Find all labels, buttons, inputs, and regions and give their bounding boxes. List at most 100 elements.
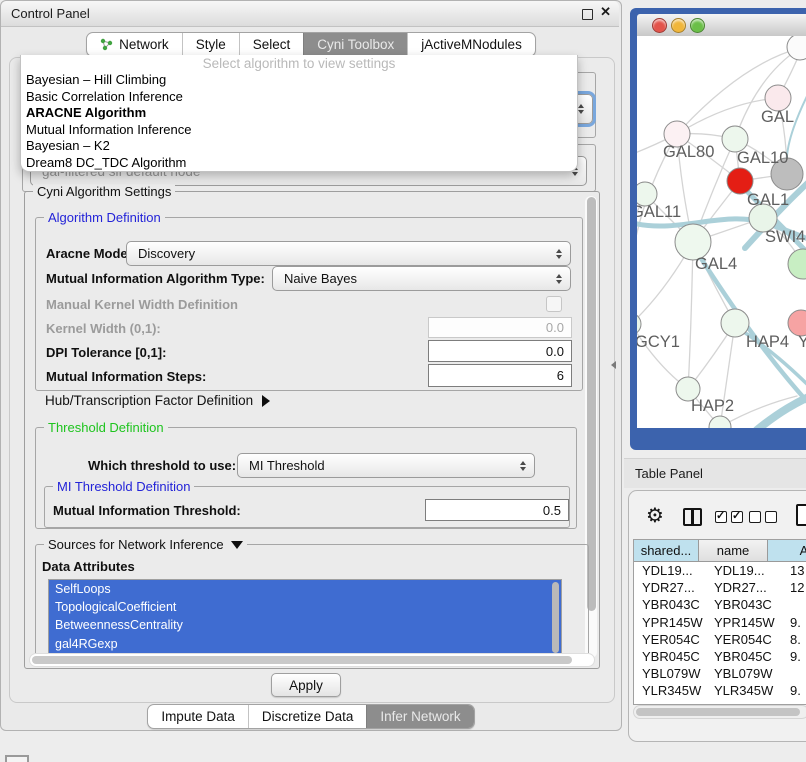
mi-threshold-groupbox: MI Threshold Definition Mutual Informati… (44, 486, 570, 528)
table-row[interactable]: YDR27...YDR27...12 (634, 579, 806, 596)
network-graph[interactable]: GALGAL80GAL10GAL1GAL11SWI4GAL4GCY1HAP4YH… (637, 36, 806, 428)
table-cell[interactable]: 9. (782, 682, 806, 699)
table-cell[interactable]: YPR145W (634, 614, 706, 631)
table-cell[interactable]: YDR27... (706, 579, 782, 596)
table-cell[interactable]: YBR043C (634, 596, 706, 613)
network-edge[interactable] (688, 242, 693, 389)
hub-definition-expander[interactable]: Hub/Transcription Factor Definition (45, 393, 270, 408)
which-threshold-combobox[interactable]: MI Threshold (237, 453, 535, 478)
table-cell[interactable]: 9. (782, 614, 806, 631)
table-row[interactable]: YDL19...YDL19...13 (634, 562, 806, 579)
network-edge[interactable] (757, 394, 806, 428)
table-cell[interactable]: YDR27... (634, 579, 706, 596)
tab-cyni-toolbox[interactable]: Cyni Toolbox (303, 33, 407, 56)
algorithm-option[interactable]: ARACNE Algorithm (21, 105, 577, 122)
cyni-algorithm-settings-title: Cyni Algorithm Settings (33, 184, 175, 199)
network-node[interactable] (788, 249, 806, 279)
table-cell[interactable]: YBL079W (706, 665, 782, 682)
network-canvas[interactable]: GALGAL80GAL10GAL1GAL11SWI4GAL4GCY1HAP4YH… (637, 36, 806, 428)
which-threshold-value: MI Threshold (249, 458, 325, 473)
float-window-icon[interactable] (582, 9, 593, 20)
data-attribute-item[interactable]: SelfLoops (49, 580, 561, 598)
table-cell[interactable]: YER054C (706, 631, 782, 648)
dpi-tolerance-label: DPI Tolerance [0,1]: (46, 345, 166, 360)
table-row[interactable]: YBR043CYBR043C (634, 596, 806, 613)
table-cell[interactable]: YDL19... (706, 562, 782, 579)
close-traffic-light-icon[interactable] (652, 18, 667, 33)
tab-network[interactable]: Network (87, 33, 182, 56)
aracne-mode-combobox[interactable]: Discovery (126, 241, 571, 266)
table-cell[interactable]: YBR045C (634, 648, 706, 665)
cyni-algorithm-settings-groupbox: Cyni Algorithm Settings Algorithm Defini… (24, 191, 600, 669)
settings-hscrollbar-track[interactable] (29, 653, 595, 667)
table-cell[interactable]: 8. (782, 631, 806, 648)
network-node[interactable] (721, 309, 749, 337)
mi-threshold-field[interactable]: 0.5 (425, 499, 569, 521)
table-cell[interactable] (782, 665, 806, 682)
table-cell[interactable]: YER054C (634, 631, 706, 648)
algorithm-option[interactable]: Dream8 DC_TDC Algorithm (21, 155, 577, 172)
data-attributes-list[interactable]: SelfLoopsTopologicalCoefficientBetweenne… (48, 579, 562, 658)
column-header[interactable]: A (768, 540, 806, 562)
mi-steps-field[interactable]: 6 (428, 364, 572, 387)
tab-style[interactable]: Style (182, 33, 239, 56)
algorithm-option[interactable]: Bayesian – K2 (21, 138, 577, 155)
table-row[interactable]: YLR345WYLR345W9. (634, 682, 806, 699)
new-table-icon[interactable] (796, 504, 806, 526)
combo-arrows-icon (578, 104, 584, 114)
table-cell[interactable] (782, 596, 806, 613)
column-header[interactable]: shared... (634, 540, 699, 562)
tab-impute-data[interactable]: Impute Data (148, 705, 248, 728)
tab-select[interactable]: Select (239, 33, 304, 56)
select-all-checkboxes-icon[interactable] (715, 511, 743, 523)
algorithm-option[interactable]: Mutual Information Inference (21, 122, 577, 139)
network-window-titlebar[interactable] (637, 14, 806, 37)
gear-icon[interactable]: ⚙ (646, 505, 664, 525)
network-tab-icon (100, 38, 113, 51)
data-attribute-item[interactable]: gal4RGexp (49, 635, 561, 653)
minimize-traffic-light-icon[interactable] (671, 18, 686, 33)
splitter-collapse-icon[interactable] (611, 361, 616, 369)
tab-discretize-data[interactable]: Discretize Data (248, 705, 367, 728)
control-panel: Control Panel ✕ Network Style (0, 0, 622, 731)
tab-infer-network[interactable]: Infer Network (366, 705, 473, 728)
sources-title[interactable]: Sources for Network Inference (44, 537, 247, 552)
table-row[interactable]: YER054CYER054C8. (634, 631, 806, 648)
network-node[interactable] (787, 36, 806, 60)
attributes-scrollbar-thumb[interactable] (552, 582, 559, 653)
table-cell[interactable]: YBR045C (706, 648, 782, 665)
algorithm-option[interactable]: Bayesian – Hill Climbing (21, 72, 577, 89)
sources-title-label: Sources for Network Inference (48, 537, 224, 552)
column-header[interactable]: name (699, 540, 768, 562)
table-cell[interactable]: 13 (782, 562, 806, 579)
minimized-panel-icon[interactable] (5, 755, 29, 762)
control-panel-titlebar: Control Panel ✕ (1, 1, 619, 27)
mi-algorithm-type-combobox[interactable]: Naive Bayes (272, 266, 571, 291)
algorithm-option[interactable]: Basic Correlation Inference (21, 89, 577, 106)
settings-hscrollbar-thumb[interactable] (32, 656, 572, 664)
zoom-traffic-light-icon[interactable] (690, 18, 705, 33)
table-cell[interactable]: YLR345W (706, 682, 782, 699)
column-browser-icon[interactable] (683, 508, 702, 526)
table-hscrollbar-track[interactable] (633, 705, 806, 719)
dpi-tolerance-field[interactable]: 0.0 (428, 340, 572, 362)
table-cell[interactable]: 9. (782, 648, 806, 665)
apply-button[interactable]: Apply (271, 673, 341, 697)
data-attribute-item[interactable]: TopologicalCoefficient (49, 598, 561, 616)
table-row[interactable]: YBR045CYBR045C9. (634, 648, 806, 665)
table-cell[interactable]: YBL079W (634, 665, 706, 682)
close-icon[interactable]: ✕ (600, 4, 611, 20)
table-row[interactable]: YPR145WYPR145W9. (634, 614, 806, 631)
table-cell[interactable]: YDL19... (634, 562, 706, 579)
table-cell[interactable]: YPR145W (706, 614, 782, 631)
deselect-all-checkboxes-icon[interactable] (749, 511, 777, 523)
tab-jactivemnodules[interactable]: jActiveMNodules (407, 33, 535, 56)
attribute-table[interactable]: shared...nameA YDL19...YDL19...13YDR27..… (633, 539, 806, 705)
data-attribute-item[interactable]: BetweennessCentrality (49, 616, 561, 634)
table-hscrollbar-thumb[interactable] (636, 708, 800, 716)
table-row[interactable]: YBL079WYBL079W (634, 665, 806, 682)
table-cell[interactable]: 12 (782, 579, 806, 596)
table-cell[interactable]: YBR043C (706, 596, 782, 613)
table-cell[interactable]: YLR345W (634, 682, 706, 699)
combo-arrows-icon (556, 249, 562, 259)
